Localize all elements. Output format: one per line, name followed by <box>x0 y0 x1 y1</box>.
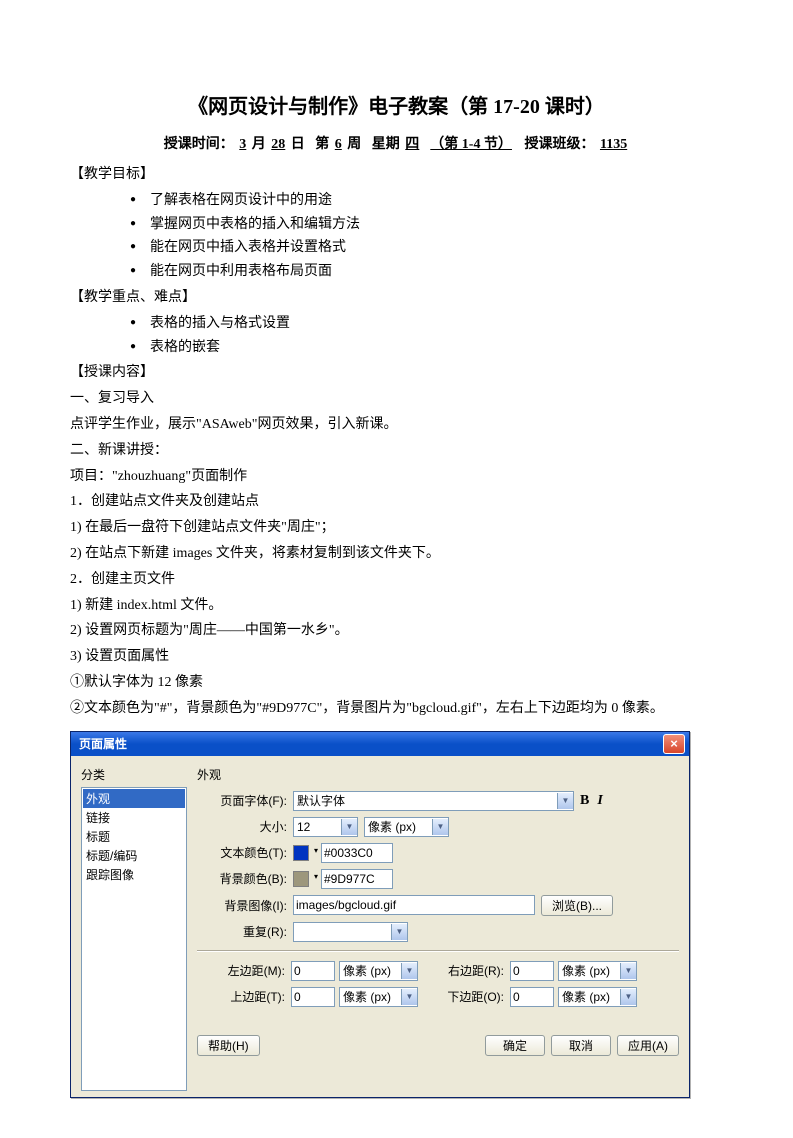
meta-prefix: 授课时间： <box>164 137 234 152</box>
chevron-down-icon: ▼ <box>341 819 357 835</box>
meta-day: 28 <box>269 137 287 152</box>
p1: ①默认字体为 12 像素 <box>70 671 723 695</box>
meta-line: 授课时间： 3 月 28 日 第 6 周 星期 四 （第 1-4 节） 授课班级… <box>70 133 723 153</box>
c1: 一、复习导入 <box>70 387 723 411</box>
page-properties-dialog: 页面属性 × 分类 外观 链接 标题 标题/编码 跟踪图像 外观 页面字体(F)… <box>70 731 690 1098</box>
cat-appearance[interactable]: 外观 <box>83 789 185 808</box>
chevron-down-icon: ▼ <box>432 819 448 835</box>
font-select[interactable]: 默认字体▼ <box>293 791 574 811</box>
textcolor-swatch[interactable] <box>293 845 309 861</box>
s2-1: 1) 新建 index.html 文件。 <box>70 594 723 618</box>
goal-item: 能在网页中插入表格并设置格式 <box>130 236 723 260</box>
divider <box>197 950 679 951</box>
s1: 1．创建站点文件夹及创建站点 <box>70 490 723 514</box>
apply-button[interactable]: 应用(A) <box>617 1035 679 1056</box>
category-list[interactable]: 外观 链接 标题 标题/编码 跟踪图像 <box>81 787 187 1091</box>
chevron-down-icon: ▼ <box>620 989 636 1005</box>
bgimg-label: 背景图像(I): <box>197 897 287 914</box>
titlebar[interactable]: 页面属性 × <box>71 732 689 756</box>
margin-right-unit[interactable]: 像素 (px)▼ <box>558 961 637 981</box>
margin-left-label: 左边距(M): <box>197 962 285 979</box>
meta-weekday: 四 <box>403 137 421 152</box>
textcolor-input[interactable] <box>321 843 393 863</box>
heading-content: 【授课内容】 <box>70 361 723 385</box>
bgimg-input[interactable] <box>293 895 535 915</box>
category-label: 分类 <box>81 766 187 783</box>
s2-2: 2) 设置网页标题为"周庄——中国第一水乡"。 <box>70 619 723 643</box>
c2-proj: 项目："zhouzhuang"页面制作 <box>70 465 723 489</box>
chevron-down-icon: ▼ <box>391 924 407 940</box>
textcolor-label: 文本颜色(T): <box>197 844 287 861</box>
group-appearance: 外观 <box>197 766 679 783</box>
bgcolor-swatch[interactable] <box>293 871 309 887</box>
size-select[interactable]: 12▼ <box>293 817 358 837</box>
goal-item: 掌握网页中表格的插入和编辑方法 <box>130 213 723 237</box>
margin-right-label: 右边距(R): <box>436 962 504 979</box>
bgcolor-input[interactable] <box>321 869 393 889</box>
margin-left-unit[interactable]: 像素 (px)▼ <box>339 961 418 981</box>
ok-button[interactable]: 确定 <box>485 1035 545 1056</box>
chevron-down-icon: ▼ <box>620 963 636 979</box>
meta-periods: （第 1-4 节） <box>428 137 514 152</box>
meta-week: 6 <box>333 137 344 152</box>
goal-item: 能在网页中利用表格布局页面 <box>130 260 723 284</box>
goal-item: 了解表格在网页设计中的用途 <box>130 189 723 213</box>
margin-bottom-input[interactable] <box>510 987 554 1007</box>
bgcolor-label: 背景颜色(B): <box>197 870 287 887</box>
dialog-title: 页面属性 <box>79 735 127 752</box>
cat-encoding[interactable]: 标题/编码 <box>83 846 185 865</box>
doc-title: 《网页设计与制作》电子教案（第 17-20 课时） <box>70 90 723 119</box>
repeat-label: 重复(R): <box>197 923 287 940</box>
s1-1: 1) 在最后一盘符下创建站点文件夹"周庄"； <box>70 516 723 540</box>
bold-button[interactable]: B <box>580 793 589 809</box>
margin-right-input[interactable] <box>510 961 554 981</box>
chevron-down-icon: ▼ <box>401 963 417 979</box>
meta-class: 1135 <box>598 137 629 152</box>
margin-left-input[interactable] <box>291 961 335 981</box>
c1-1: 点评学生作业，展示"ASAweb"网页效果，引入新课。 <box>70 413 723 437</box>
focus-item: 表格的嵌套 <box>130 336 723 360</box>
heading-goals: 【教学目标】 <box>70 163 723 187</box>
p2: ②文本颜色为"#"，背景颜色为"#9D977C"，背景图片为"bgcloud.g… <box>70 697 723 721</box>
c2: 二、新课讲授： <box>70 439 723 463</box>
margin-top-input[interactable] <box>291 987 335 1007</box>
margin-bottom-label: 下边距(O): <box>436 988 504 1005</box>
s2: 2．创建主页文件 <box>70 568 723 592</box>
cat-links[interactable]: 链接 <box>83 808 185 827</box>
meta-month: 3 <box>237 137 248 152</box>
italic-button[interactable]: I <box>597 793 602 809</box>
s2-3: 3) 设置页面属性 <box>70 645 723 669</box>
close-button[interactable]: × <box>663 734 685 754</box>
margin-bottom-unit[interactable]: 像素 (px)▼ <box>558 987 637 1007</box>
help-button[interactable]: 帮助(H) <box>197 1035 260 1056</box>
chevron-down-icon: ▼ <box>557 793 573 809</box>
margin-top-label: 上边距(T): <box>197 988 285 1005</box>
heading-focus: 【教学重点、难点】 <box>70 286 723 310</box>
repeat-select[interactable]: ▼ <box>293 922 408 942</box>
font-label: 页面字体(F): <box>197 792 287 809</box>
browse-button[interactable]: 浏览(B)... <box>541 895 613 916</box>
s1-2: 2) 在站点下新建 images 文件夹，将素材复制到该文件夹下。 <box>70 542 723 566</box>
margin-top-unit[interactable]: 像素 (px)▼ <box>339 987 418 1007</box>
cancel-button[interactable]: 取消 <box>551 1035 611 1056</box>
size-unit-select[interactable]: 像素 (px)▼ <box>364 817 449 837</box>
chevron-down-icon: ▼ <box>401 989 417 1005</box>
cat-tracking[interactable]: 跟踪图像 <box>83 865 185 884</box>
cat-title[interactable]: 标题 <box>83 827 185 846</box>
focus-item: 表格的插入与格式设置 <box>130 312 723 336</box>
size-label: 大小: <box>197 818 287 835</box>
